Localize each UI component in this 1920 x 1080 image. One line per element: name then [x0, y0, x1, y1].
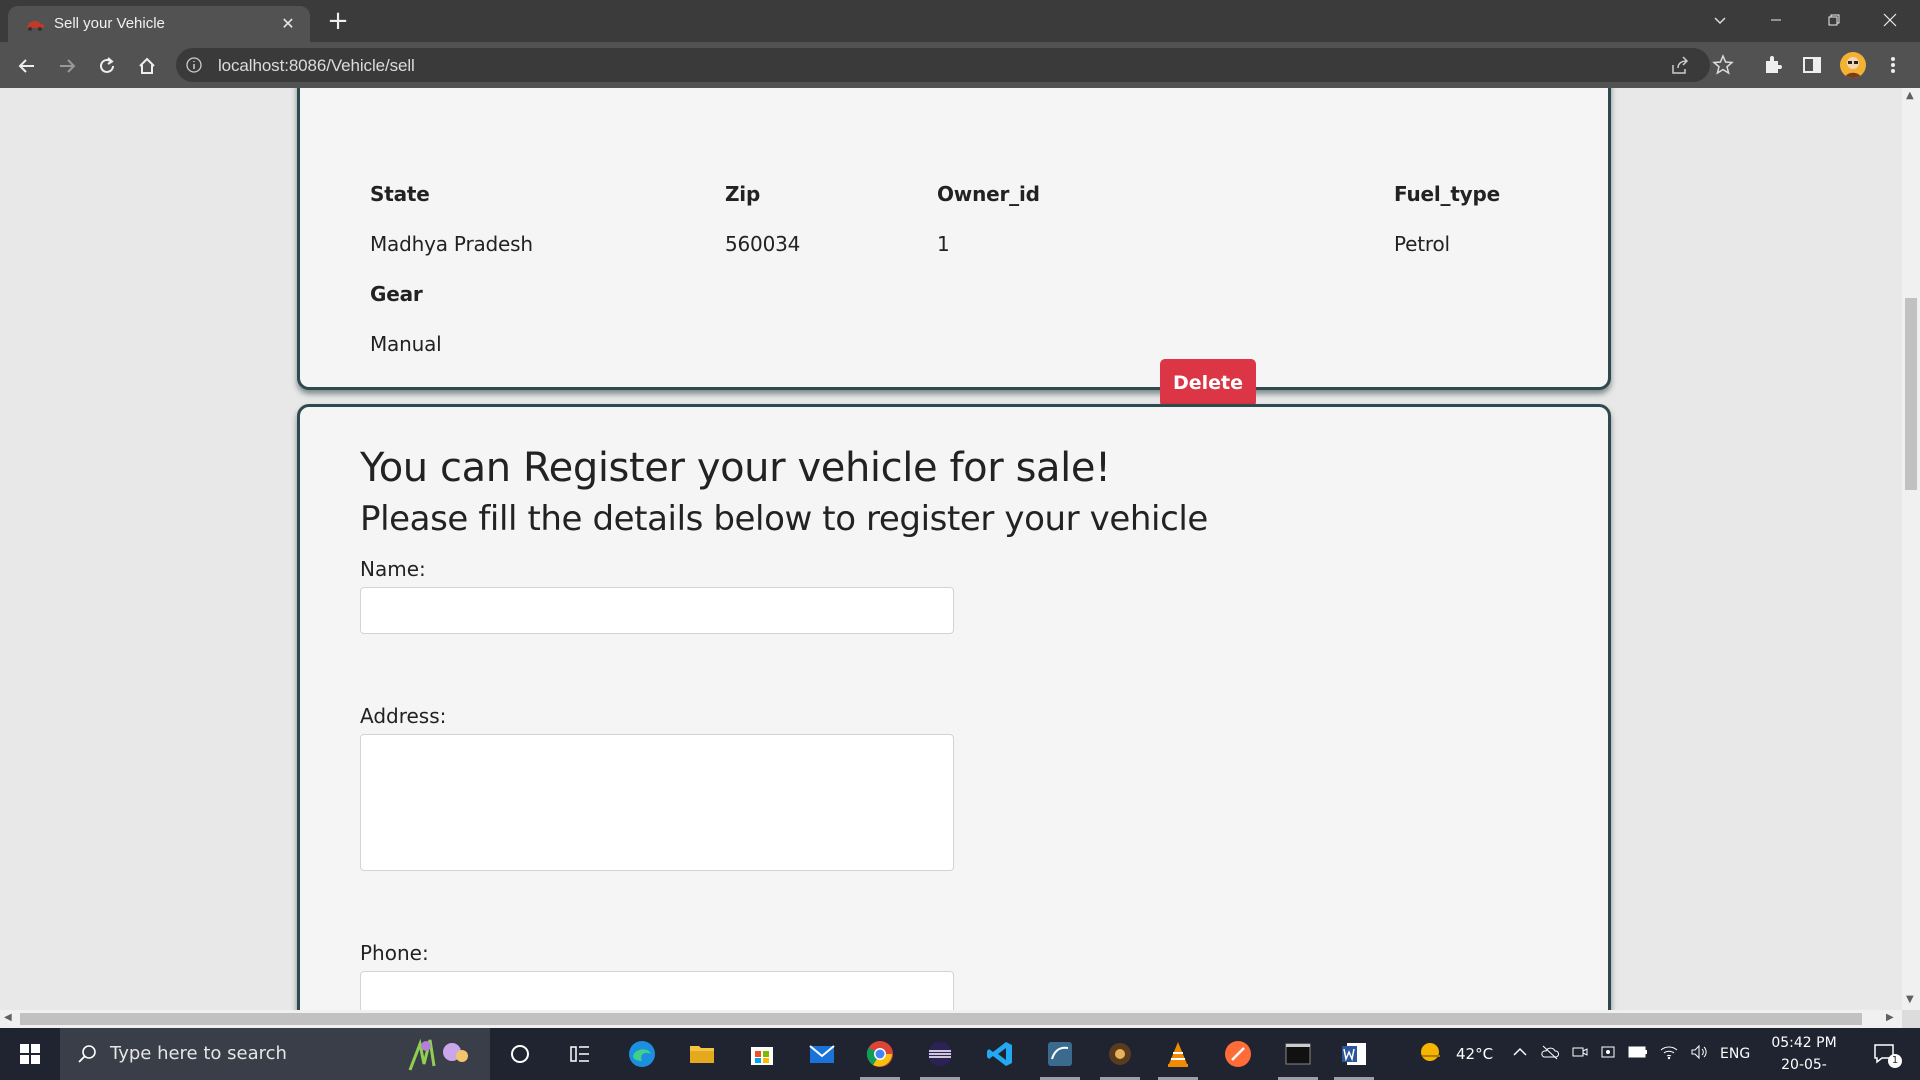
- address-label: Address:: [360, 704, 447, 728]
- register-subheading: Please fill the details below to registe…: [360, 499, 1208, 539]
- word-icon[interactable]: [1326, 1028, 1382, 1080]
- restore-button[interactable]: [1806, 0, 1862, 40]
- browser-titlebar: Sell your Vehicle ✕ +: [0, 0, 1920, 42]
- input-language[interactable]: ENG: [1720, 1046, 1750, 1062]
- address-textarea[interactable]: [360, 734, 954, 871]
- vlc-icon[interactable]: [1150, 1028, 1206, 1080]
- taskbar-search-box[interactable]: Type here to search: [60, 1028, 490, 1080]
- notifications-icon[interactable]: 1: [1860, 1028, 1910, 1080]
- system-tray: ENG: [1512, 1028, 1750, 1080]
- register-vehicle-card: You can Register your vehicle for sale! …: [297, 404, 1611, 1010]
- postman-icon[interactable]: [1210, 1028, 1266, 1080]
- tab-title: Sell your Vehicle: [54, 15, 165, 32]
- phone-label: Phone:: [360, 941, 429, 965]
- profile-avatar[interactable]: [1840, 52, 1866, 78]
- weather-temperature: 42°C: [1456, 1045, 1494, 1063]
- zip-header: Zip: [725, 182, 761, 206]
- battery-icon[interactable]: [1628, 1045, 1648, 1063]
- onedrive-cloud-icon[interactable]: [1540, 1044, 1560, 1064]
- notification-badge: 1: [1888, 1054, 1902, 1068]
- home-icon[interactable]: [132, 51, 162, 81]
- clock-time: 05:42 PM: [1771, 1035, 1837, 1051]
- mysql-workbench-icon[interactable]: [1032, 1028, 1088, 1080]
- minimize-button[interactable]: [1748, 0, 1804, 40]
- zip-value: 560034: [725, 232, 801, 256]
- state-value: Madhya Pradesh: [370, 232, 533, 256]
- reload-icon[interactable]: [92, 51, 122, 81]
- weather-sun-icon: [1416, 1038, 1444, 1070]
- horizontal-scrollbar[interactable]: ◀ ▶: [0, 1010, 1902, 1028]
- mail-icon[interactable]: [794, 1028, 850, 1080]
- volume-icon[interactable]: [1690, 1044, 1708, 1064]
- scroll-right-arrow-icon[interactable]: ▶: [1886, 1012, 1894, 1023]
- share-icon[interactable]: [1670, 56, 1690, 76]
- gear-header: Gear: [370, 282, 423, 306]
- state-header: State: [370, 182, 430, 206]
- side-panel-icon[interactable]: [1801, 54, 1823, 76]
- scrollbar-corner: [1902, 1010, 1920, 1028]
- scroll-down-arrow-icon[interactable]: ▼: [1906, 994, 1914, 1005]
- cortana-icon[interactable]: [492, 1028, 548, 1080]
- forward-arrow-icon[interactable]: [52, 51, 82, 81]
- wifi-icon[interactable]: [1660, 1044, 1678, 1064]
- settings-gear-app-icon[interactable]: [1092, 1028, 1148, 1080]
- tab-close-icon[interactable]: ✕: [278, 14, 298, 34]
- clock-date: 20-05-2022: [1781, 1057, 1827, 1080]
- show-hidden-icons-chevron-icon[interactable]: [1512, 1044, 1528, 1064]
- owner-id-value: 1: [937, 232, 950, 256]
- fuel-type-value: Petrol: [1394, 232, 1450, 256]
- browser-toolbar: localhost:8086/Vehicle/sell: [0, 42, 1920, 88]
- meet-now-icon[interactable]: [1572, 1044, 1588, 1064]
- address-bar[interactable]: localhost:8086/Vehicle/sell: [176, 48, 1710, 82]
- url-text: localhost:8086/Vehicle/sell: [218, 56, 415, 75]
- taskbar-clock[interactable]: 05:42 PM 20-05-2022: [1764, 1032, 1844, 1080]
- gear-value: Manual: [370, 332, 442, 356]
- microsoft-store-icon[interactable]: [734, 1028, 790, 1080]
- page-viewport: State Zip Owner_id Fuel_type Madhya Prad…: [0, 88, 1902, 1010]
- edge-browser-icon[interactable]: [614, 1028, 670, 1080]
- windows-start-icon[interactable]: [0, 1028, 60, 1080]
- vscode-icon[interactable]: [972, 1028, 1028, 1080]
- close-window-button[interactable]: [1862, 0, 1918, 40]
- bookmark-star-icon[interactable]: [1712, 54, 1734, 76]
- windows-taskbar: Type here to search 42°C ENG 05:42 PM 20…: [0, 1028, 1920, 1080]
- delete-button[interactable]: Delete: [1160, 359, 1256, 407]
- search-highlight-icon: [400, 1034, 480, 1078]
- vehicle-details-card: State Zip Owner_id Fuel_type Madhya Prad…: [297, 88, 1611, 407]
- search-icon: [76, 1043, 98, 1069]
- eclipse-icon[interactable]: [912, 1028, 968, 1080]
- new-tab-button[interactable]: +: [324, 8, 352, 36]
- fuel-type-header: Fuel_type: [1394, 182, 1501, 206]
- owner-id-header: Owner_id: [937, 182, 1040, 206]
- search-placeholder: Type here to search: [110, 1043, 287, 1064]
- security-icon[interactable]: [1600, 1044, 1616, 1064]
- name-input[interactable]: [360, 587, 954, 634]
- car-favicon-icon: [25, 17, 45, 31]
- vertical-scroll-thumb[interactable]: [1905, 298, 1917, 490]
- weather-widget[interactable]: 42°C: [1416, 1028, 1493, 1080]
- extensions-puzzle-icon[interactable]: [1762, 54, 1784, 76]
- vertical-scrollbar[interactable]: ▲ ▼: [1902, 88, 1920, 1010]
- tab-search-icon[interactable]: [1692, 0, 1748, 40]
- name-label: Name:: [360, 557, 426, 581]
- horizontal-scroll-thumb[interactable]: [20, 1013, 1862, 1025]
- site-info-icon[interactable]: [186, 57, 202, 73]
- scroll-up-arrow-icon[interactable]: ▲: [1906, 90, 1914, 101]
- more-menu-icon[interactable]: [1882, 54, 1904, 76]
- task-view-icon[interactable]: [552, 1028, 608, 1080]
- browser-tab[interactable]: Sell your Vehicle ✕: [8, 6, 310, 42]
- chrome-icon[interactable]: [852, 1028, 908, 1080]
- register-heading: You can Register your vehicle for sale!: [360, 445, 1111, 491]
- phone-input[interactable]: [360, 971, 954, 1010]
- file-explorer-icon[interactable]: [674, 1028, 730, 1080]
- scroll-left-arrow-icon[interactable]: ◀: [4, 1012, 12, 1023]
- back-arrow-icon[interactable]: [12, 51, 42, 81]
- terminal-icon[interactable]: [1270, 1028, 1326, 1080]
